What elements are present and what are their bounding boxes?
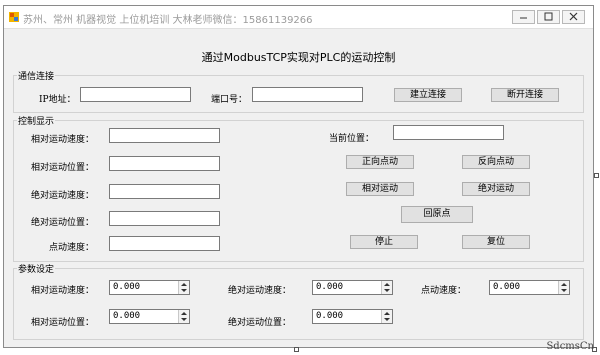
window-title: 苏州、常州 机器视觉 上位机培训 大林老师微信：15861139266: [23, 15, 313, 26]
page-heading: 通过ModbusTCP实现对PLC的运动控制: [201, 51, 396, 64]
abs-pos-label: 绝对运动位置：: [31, 218, 95, 228]
param-rel-speed-value: 0.000: [113, 282, 141, 292]
param-rel-pos-value: 0.000: [113, 311, 141, 321]
comm-group-label: 通信连接: [17, 69, 56, 82]
port-input[interactable]: [252, 87, 363, 102]
spin-down-icon[interactable]: [384, 289, 390, 292]
main-window: 苏州、常州 机器视觉 上位机培训 大林老师微信：15861139266 通过Mo…: [3, 5, 594, 348]
param-abs-pos-label: 绝对运动位置：: [228, 318, 292, 328]
param-abs-speed-label: 绝对运动速度：: [228, 286, 292, 296]
title-bar: 苏州、常州 机器视觉 上位机培训 大林老师微信：15861139266: [4, 6, 593, 29]
close-button[interactable]: [562, 10, 585, 24]
param-rel-pos-stepper[interactable]: 0.000: [109, 309, 190, 324]
resize-handle-right[interactable]: [594, 173, 599, 178]
absolute-move-button[interactable]: 绝对运动: [462, 182, 530, 196]
connect-button[interactable]: 建立连接: [394, 88, 462, 102]
current-pos-display: [393, 125, 504, 140]
spin-arrows[interactable]: [381, 310, 392, 323]
port-label: 端口号：: [211, 95, 248, 105]
params-group: [13, 268, 584, 340]
spin-up-icon[interactable]: [181, 312, 187, 315]
spin-down-icon[interactable]: [561, 289, 567, 292]
param-jog-speed-stepper[interactable]: 0.000: [489, 280, 570, 295]
abs-speed-label: 绝对运动速度：: [31, 191, 95, 201]
spin-up-icon[interactable]: [561, 283, 567, 286]
spin-arrows[interactable]: [178, 281, 189, 294]
spin-arrows[interactable]: [381, 281, 392, 294]
param-rel-pos-label: 相对运动位置：: [31, 318, 95, 328]
current-pos-label: 当前位置：: [329, 134, 375, 144]
jog-reverse-button[interactable]: 反向点动: [462, 155, 530, 169]
rel-pos-display: [109, 156, 220, 171]
ip-label: IP地址：: [39, 95, 76, 105]
param-jog-speed-label: 点动速度：: [421, 286, 467, 296]
maximize-icon: [544, 12, 553, 21]
spin-up-icon[interactable]: [384, 312, 390, 315]
abs-pos-display: [109, 211, 220, 226]
close-icon: [569, 12, 578, 21]
stop-button[interactable]: 停止: [350, 235, 418, 249]
app-icon: [9, 12, 19, 22]
param-abs-pos-value: 0.000: [316, 311, 344, 321]
jog-forward-button[interactable]: 正向点动: [346, 155, 414, 169]
param-rel-speed-stepper[interactable]: 0.000: [109, 280, 190, 295]
relative-move-button[interactable]: 相对运动: [346, 182, 414, 196]
param-rel-speed-label: 相对运动速度：: [31, 286, 95, 296]
rel-speed-display: [109, 128, 220, 143]
spin-arrows[interactable]: [178, 310, 189, 323]
param-jog-speed-value: 0.000: [493, 282, 521, 292]
minimize-icon: [520, 17, 527, 19]
minimize-button[interactable]: [512, 10, 535, 24]
jog-speed-label: 点动速度：: [49, 243, 95, 253]
spin-arrows[interactable]: [558, 281, 569, 294]
params-group-label: 参数设定: [17, 262, 56, 275]
param-abs-speed-stepper[interactable]: 0.000: [312, 280, 393, 295]
spin-down-icon[interactable]: [384, 318, 390, 321]
home-button[interactable]: 回原点: [401, 206, 473, 223]
abs-speed-display: [109, 184, 220, 199]
spin-up-icon[interactable]: [384, 283, 390, 286]
resize-handle-bottom[interactable]: [294, 347, 299, 352]
param-abs-speed-value: 0.000: [316, 282, 344, 292]
param-abs-pos-stepper[interactable]: 0.000: [312, 309, 393, 324]
control-group-label: 控制显示: [17, 114, 56, 127]
rel-speed-label: 相对运动速度：: [31, 135, 95, 145]
ip-input[interactable]: [80, 87, 191, 102]
spin-up-icon[interactable]: [181, 283, 187, 286]
watermark: SdcmsCn: [546, 341, 594, 352]
rel-pos-label: 相对运动位置：: [31, 163, 95, 173]
disconnect-button[interactable]: 断开连接: [491, 88, 559, 102]
jog-speed-display: [109, 236, 220, 251]
reset-button[interactable]: 复位: [462, 235, 530, 249]
spin-down-icon[interactable]: [181, 289, 187, 292]
spin-down-icon[interactable]: [181, 318, 187, 321]
maximize-button[interactable]: [537, 10, 560, 24]
